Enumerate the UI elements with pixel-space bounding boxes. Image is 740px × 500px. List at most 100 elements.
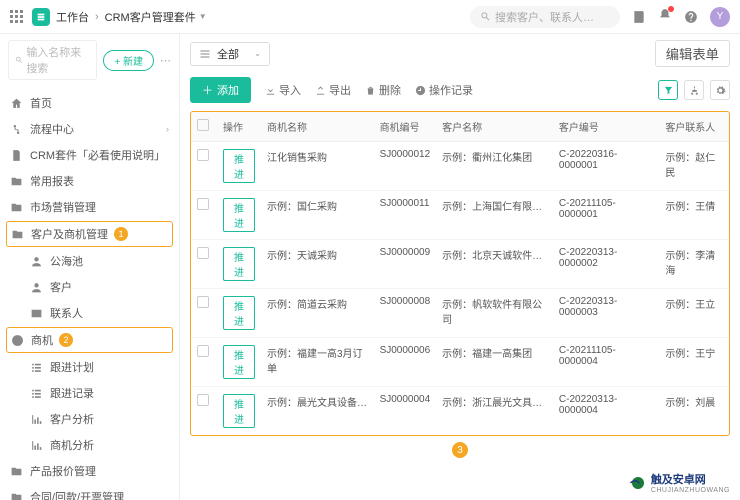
cell-name: 示例：简道云采购: [261, 289, 374, 338]
row-checkbox[interactable]: [197, 394, 209, 406]
cell-customer-code: C-20211105-0000004: [553, 338, 659, 387]
watermark-icon: [629, 474, 647, 492]
column-header[interactable]: 操作: [217, 112, 261, 142]
more-icon[interactable]: ⋯: [160, 54, 171, 67]
cell-customer: 示例：帆软软件有限公司: [436, 289, 553, 338]
cell-name: 示例：天诚采购: [261, 240, 374, 289]
edit-form-button[interactable]: 编辑表单: [655, 40, 730, 67]
caret-down-icon: ⌄: [254, 49, 261, 58]
table-row[interactable]: 推进 示例：国仁采购 SJ0000011 示例：上海国仁有限… C-202111…: [191, 191, 729, 240]
column-header[interactable]: 商机名称: [261, 112, 374, 142]
table-row[interactable]: 推进 示例：福建一高3月订单 SJ0000006 示例：福建一高集团 C-202…: [191, 338, 729, 387]
column-header[interactable]: 客户名称: [436, 112, 553, 142]
list-icon: [30, 387, 43, 400]
diagram-icon[interactable]: [684, 80, 704, 100]
sidebar-item[interactable]: 跟进计划: [0, 354, 179, 380]
sidebar-item[interactable]: 客户及商机管理1: [6, 221, 173, 247]
table-row[interactable]: 推进 江化销售采购 SJ0000012 示例：衢州江化集团 C-20220316…: [191, 142, 729, 191]
cell-name: 示例：国仁采购: [261, 191, 374, 240]
row-checkbox[interactable]: [197, 247, 209, 259]
cell-customer-code: C-20211105-0000001: [553, 191, 659, 240]
breadcrumb-suite[interactable]: CRM客户管理套件▼: [105, 9, 207, 25]
folder-icon: [10, 201, 23, 214]
settings-icon[interactable]: [710, 80, 730, 100]
sidebar-item[interactable]: 联系人: [0, 300, 179, 326]
search-placeholder: 搜索客户、联系人…: [495, 9, 594, 25]
global-search-input[interactable]: 搜索客户、联系人…: [470, 6, 620, 28]
add-button[interactable]: ＋ 添加: [190, 77, 251, 103]
cell-name: 江化销售采购: [261, 142, 374, 191]
progress-button[interactable]: 推进: [223, 247, 255, 281]
search-icon: [15, 55, 23, 65]
import-button[interactable]: 导入: [265, 82, 301, 98]
progress-button[interactable]: 推进: [223, 198, 255, 232]
sidebar-item[interactable]: 商机分析: [0, 432, 179, 458]
new-button[interactable]: + 新建: [103, 50, 154, 71]
sidebar-item[interactable]: 市场营销管理: [0, 194, 179, 220]
sidebar-item[interactable]: 客户: [0, 274, 179, 300]
notification-icon[interactable]: [658, 8, 672, 25]
chart-icon: [30, 413, 43, 426]
log-button[interactable]: 操作记录: [415, 82, 473, 98]
doc-icon: [10, 149, 23, 162]
cell-contact: 示例：刘晨: [659, 387, 729, 436]
table-row[interactable]: 推进 示例：天诚采购 SJ0000009 示例：北京天诚软件… C-202203…: [191, 240, 729, 289]
column-header[interactable]: 客户编号: [553, 112, 659, 142]
list-icon: [30, 361, 43, 374]
sidebar-item[interactable]: 常用报表: [0, 168, 179, 194]
home-icon: [10, 97, 23, 110]
book-icon[interactable]: [632, 10, 646, 24]
progress-button[interactable]: 推进: [223, 394, 255, 428]
sidebar-item[interactable]: 合同/回款/开票管理: [0, 484, 179, 500]
sidebar-item-label: 跟进记录: [50, 385, 94, 401]
sidebar-item-label: 客户及商机管理: [31, 226, 108, 242]
sidebar-item[interactable]: 首页: [0, 90, 179, 116]
cell-contact: 示例：王倩: [659, 191, 729, 240]
sidebar-item[interactable]: 产品报价管理: [0, 458, 179, 484]
row-checkbox[interactable]: [197, 149, 209, 161]
view-label: 全部: [217, 46, 239, 62]
sidebar-item-label: 跟进计划: [50, 359, 94, 375]
chevron-right-icon: ›: [166, 124, 169, 134]
app-logo: [32, 8, 50, 26]
column-header[interactable]: 商机编号: [374, 112, 437, 142]
row-checkbox[interactable]: [197, 198, 209, 210]
export-button[interactable]: 导出: [315, 82, 351, 98]
sidebar-item-label: 商机分析: [50, 437, 94, 453]
user-avatar[interactable]: Y: [710, 7, 730, 27]
column-header[interactable]: 客户联系人: [659, 112, 729, 142]
table-row[interactable]: 推进 示例：晨光文具设备… SJ0000004 示例：浙江晨光文具… C-202…: [191, 387, 729, 436]
sidebar-item[interactable]: 客户分析: [0, 406, 179, 432]
view-selector[interactable]: 全部 ⌄: [190, 42, 270, 66]
sidebar-item-label: 客户: [50, 279, 72, 295]
select-all-checkbox[interactable]: [197, 119, 209, 131]
sidebar-item[interactable]: 跟进记录: [0, 380, 179, 406]
delete-button[interactable]: 删除: [365, 82, 401, 98]
row-checkbox[interactable]: [197, 345, 209, 357]
sidebar-item-label: 常用报表: [30, 173, 74, 189]
filter-icon[interactable]: [658, 80, 678, 100]
folder-icon: [10, 175, 23, 188]
breadcrumb-workspace[interactable]: 工作台: [56, 9, 89, 25]
cell-customer: 示例：福建一高集团: [436, 338, 553, 387]
search-icon: [480, 11, 491, 22]
sidebar-search-input[interactable]: 输入名称来搜索: [8, 40, 97, 80]
apps-grid-icon[interactable]: [10, 10, 24, 24]
sidebar-item[interactable]: 流程中心›: [0, 116, 179, 142]
sidebar-item[interactable]: CRM套件「必看使用说明」: [0, 142, 179, 168]
sidebar: 输入名称来搜索 + 新建 ⋯ 首页流程中心›CRM套件「必看使用说明」常用报表市…: [0, 34, 180, 500]
cell-customer-code: C-20220313-0000004: [553, 387, 659, 436]
cell-code: SJ0000004: [374, 387, 437, 436]
sidebar-item-label: 产品报价管理: [30, 463, 96, 479]
row-checkbox[interactable]: [197, 296, 209, 308]
table-row[interactable]: 推进 示例：简道云采购 SJ0000008 示例：帆软软件有限公司 C-2022…: [191, 289, 729, 338]
sidebar-item[interactable]: 商机2: [6, 327, 173, 353]
progress-button[interactable]: 推进: [223, 149, 255, 183]
chart-icon: [30, 439, 43, 452]
progress-button[interactable]: 推进: [223, 345, 255, 379]
help-icon[interactable]: [684, 10, 698, 24]
caret-down-icon: ▼: [199, 12, 207, 21]
cell-code: SJ0000011: [374, 191, 437, 240]
sidebar-item[interactable]: 公海池: [0, 248, 179, 274]
progress-button[interactable]: 推进: [223, 296, 255, 330]
